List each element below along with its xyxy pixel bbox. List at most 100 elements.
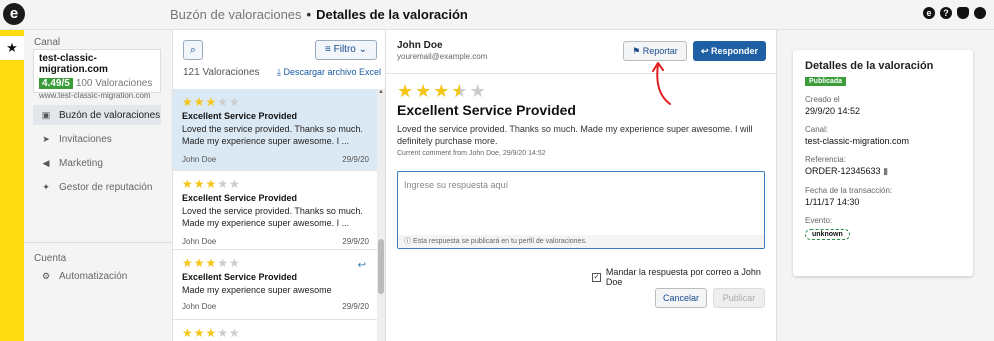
favorites-star-icon[interactable]: ★ xyxy=(0,36,24,60)
cancel-button[interactable]: Cancelar xyxy=(655,288,707,308)
event-badge: unknown xyxy=(805,229,850,240)
created-label: Creado el xyxy=(805,95,840,104)
bell-icon[interactable] xyxy=(957,7,969,19)
channel-value: test-classic-migration.com xyxy=(805,136,910,146)
top-icons: e ? xyxy=(923,7,986,19)
list-item-title: Excellent Service Provided xyxy=(182,111,298,121)
sidebar-item-label: Automatización xyxy=(59,270,128,282)
channel-name: test-classic-migration.com xyxy=(39,53,108,75)
email-check-label: Mandar la respuesta por correo a John Do… xyxy=(605,267,761,287)
card-title: Detalles de la valoración xyxy=(805,60,934,72)
download-icon: ⤓ xyxy=(277,67,281,77)
reply-hint-text: Esta respuesta se publicará en tu perfil… xyxy=(412,238,587,245)
list-item-body: Loved the service provided. Thanks so mu… xyxy=(182,124,363,146)
sidebar-item-label: Buzón de valoraciones xyxy=(59,109,161,121)
sparkle-icon: ✦ xyxy=(42,181,50,192)
download-label: Descargar archivo Excel xyxy=(283,67,382,77)
event-label: Evento: xyxy=(805,216,833,225)
list-item-author: John Doe xyxy=(182,237,217,246)
list-item[interactable]: ★★★★★ xyxy=(173,320,378,341)
detail-star-rating: ★★★★★★ xyxy=(397,81,488,101)
star-rating: ★★★★★ xyxy=(182,95,241,109)
detail-sidebar: Detalles de la valoración Publicada Crea… xyxy=(776,30,994,341)
reply-placeholder: Ingrese su respuesta aquí xyxy=(404,180,509,190)
copy-icon[interactable]: ▮ xyxy=(883,166,888,176)
robot-icon: ⚙ xyxy=(41,270,51,281)
reply-icon: ↩ xyxy=(700,46,709,56)
review-count: 121 Valoraciones xyxy=(183,67,260,78)
list-scrollbar[interactable]: ▲ xyxy=(377,89,385,341)
rating-badge: 4.49/5 xyxy=(39,78,73,89)
page-title: Detalles de la valoración xyxy=(316,7,468,22)
list-item-title: Excellent Service Provided xyxy=(182,272,298,282)
reference-label: Referencia: xyxy=(805,155,846,164)
search-icon: ⌕ xyxy=(189,44,197,56)
channel-reviews: 100 Valoraciones xyxy=(75,78,153,89)
scroll-up-icon[interactable]: ▲ xyxy=(377,89,385,95)
list-item[interactable]: ★★★★★ Excellent Service Provided Loved t… xyxy=(173,171,378,250)
transaction-date-value: 1/11/17 14:30 xyxy=(805,197,860,207)
reply-button[interactable]: ↩ Responder xyxy=(693,41,766,61)
breadcrumb-parent[interactable]: Buzón de valoraciones xyxy=(170,7,302,22)
list-item-date: 29/9/20 xyxy=(342,237,369,246)
list-item-body: Made my experience super awesome xyxy=(182,285,332,295)
reply-textarea[interactable]: Ingrese su respuesta aquí ⓘ Esta respues… xyxy=(397,171,765,249)
reference-value: ORDER-12345633 xyxy=(805,166,881,176)
top-bar: e Buzón de valoraciones • Detalles de la v… xyxy=(0,0,994,30)
list-item[interactable]: ↩ ★★★★★ Excellent Service Provided Made … xyxy=(173,250,378,320)
sidebar-item-inbox[interactable]: ▣ Buzón de valoraciones xyxy=(33,105,161,125)
canal-label: Canal xyxy=(34,37,61,48)
sidebar-item-reputation[interactable]: ✦ Gestor de reputación xyxy=(33,177,161,197)
list-item-body: Loved the service provided. Thanks so mu… xyxy=(182,206,363,228)
review-detail-panel: John Doe youremail@example.com ⚑ Reporta… xyxy=(386,30,776,341)
user-icon[interactable] xyxy=(974,7,986,19)
scrollbar-thumb[interactable] xyxy=(378,239,384,294)
sidebar-item-invitations[interactable]: ➤ Invitaciones xyxy=(33,129,161,149)
search-button[interactable]: ⌕ xyxy=(183,40,203,60)
megaphone-icon: ◀ xyxy=(42,157,50,168)
review-list-panel: ⌕ ≡ Filtro ⌄ 121 Valoraciones ⤓ Descarga… xyxy=(173,30,386,341)
chevron-down-icon: ⌄ xyxy=(358,44,368,55)
inbox-icon: ▣ xyxy=(41,109,51,120)
list-item-author: John Doe xyxy=(182,302,217,311)
channel-url: www.test-classic-migration.com xyxy=(39,91,151,100)
reply-hint: ⓘ Esta respuesta se publicará en tu perf… xyxy=(398,235,764,248)
star-rating: ★★★★★ xyxy=(182,256,241,270)
sidebar-item-automation[interactable]: ⚙ Automatización xyxy=(33,266,161,286)
sidebar-item-marketing[interactable]: ◀ Marketing xyxy=(33,153,161,173)
send-icon: ➤ xyxy=(42,133,50,144)
report-label: Reportar xyxy=(642,46,678,56)
publish-button[interactable]: Publicar xyxy=(713,288,765,308)
reviewer-name: John Doe xyxy=(397,40,443,51)
star-rating: ★★★★★ xyxy=(182,177,241,191)
status-badge: Publicada xyxy=(805,77,847,86)
list-item[interactable]: ★★★★★ Excellent Service Provided Loved t… xyxy=(173,89,378,171)
report-button[interactable]: ⚑ Reportar xyxy=(623,41,687,61)
reviewer-email: youremail@example.com xyxy=(397,52,488,61)
filter-label: Filtro xyxy=(333,44,356,55)
review-details-card: Detalles de la valoración Publicada Crea… xyxy=(793,50,973,276)
replied-icon: ↩ xyxy=(357,260,366,271)
brand-rail xyxy=(0,30,24,341)
filter-button[interactable]: ≡ Filtro ⌄ xyxy=(315,40,377,60)
cuenta-label: Cuenta xyxy=(34,253,67,264)
flag-icon: ⚑ xyxy=(632,46,641,56)
sidebar-item-label: Marketing xyxy=(59,157,103,169)
brand-icon[interactable]: e xyxy=(923,7,935,19)
channel-selector[interactable]: test-classic-migration.com 4.49/5 100 Val… xyxy=(33,49,161,100)
download-excel-link[interactable]: ⤓ Descargar archivo Excel xyxy=(277,67,381,78)
email-reply-checkbox[interactable]: ✓ Mandar la respuesta por correo a John D… xyxy=(592,267,776,287)
list-item-date: 29/9/20 xyxy=(342,155,369,164)
breadcrumb-separator: • xyxy=(306,7,312,22)
logo-icon[interactable]: e xyxy=(3,3,25,25)
breadcrumb: Buzón de valoraciones • Detalles de la val… xyxy=(170,7,468,22)
comment-note: Current comment from John Doe, 29/9/20 1… xyxy=(397,150,546,157)
help-icon[interactable]: ? xyxy=(940,7,952,19)
channel-label: Canal: xyxy=(805,125,829,134)
created-value: 29/9/20 14:52 xyxy=(805,106,861,116)
sidebar-divider xyxy=(24,242,173,243)
checkbox-icon[interactable]: ✓ xyxy=(592,272,601,282)
sidebar: Canal test-classic-migration.com 4.49/5 1… xyxy=(24,30,173,341)
reply-label: Responder xyxy=(711,46,759,56)
list-item-date: 29/9/20 xyxy=(342,302,369,311)
